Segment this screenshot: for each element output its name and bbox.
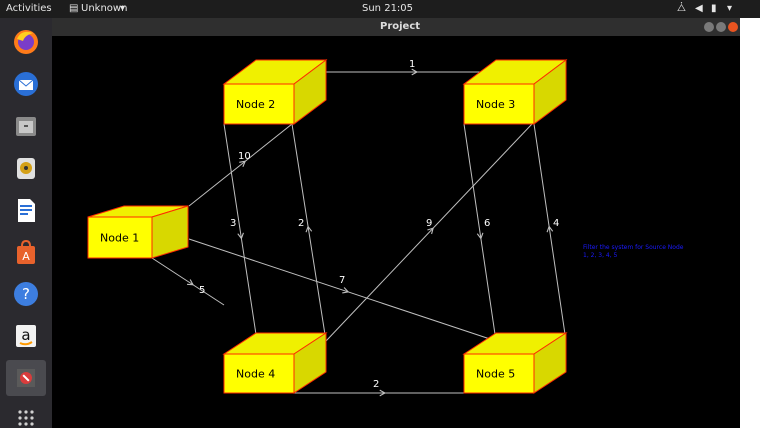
- graph-node-node4[interactable]: Node 4: [222, 332, 328, 394]
- edge-weight-label: 6: [484, 218, 490, 229]
- edge-weight-label: 2: [298, 218, 304, 229]
- graph-diagram: Node 1 Node 2 Node 3 Node 4 Node 5 1 10 3 2 9 6 4 7…: [87, 59, 684, 397]
- minimize-icon[interactable]: [704, 22, 714, 32]
- edge-weight-label: 9: [426, 218, 432, 229]
- edge-weight-label: 2: [373, 379, 379, 390]
- writer-launcher[interactable]: [6, 192, 46, 228]
- app-menu-icon[interactable]: ▤: [69, 3, 78, 14]
- desktop-edge: [740, 18, 760, 428]
- edge-line: [325, 123, 533, 342]
- svg-text:A: A: [22, 250, 30, 263]
- graph-node-node3[interactable]: Node 3: [462, 59, 568, 125]
- software-center-launcher[interactable]: A: [6, 234, 46, 270]
- thunderbird-icon: [14, 72, 38, 96]
- edge-line: [291, 123, 327, 342]
- node-label: Node 1: [100, 232, 139, 245]
- amazon-icon: a: [16, 325, 36, 347]
- node-label: Node 4: [236, 368, 275, 381]
- svg-text:?: ?: [22, 285, 30, 303]
- graph-node-node2[interactable]: Node 2: [222, 59, 328, 125]
- edge-weight-label: 7: [339, 275, 345, 286]
- writer-icon: [18, 199, 35, 222]
- info-line-2: 1, 2, 3, 4, 5: [583, 252, 618, 259]
- edge-line: [188, 123, 293, 207]
- volume-icon[interactable]: ◀: [695, 3, 703, 14]
- java-app-icon: [17, 369, 35, 387]
- top-bar: Activities ▤ Unknown ▾ Sun 21:05 ⧊ ◀ ▮ ▾: [0, 0, 760, 18]
- files-launcher[interactable]: [6, 108, 46, 144]
- help-launcher[interactable]: ?: [6, 276, 46, 312]
- graph-node-node1[interactable]: Node 1: [87, 205, 189, 259]
- info-line-1: Filter the system for Source Node: [583, 244, 684, 251]
- files-icon: [16, 117, 36, 136]
- edge-line: [533, 123, 567, 342]
- svg-text:a: a: [21, 326, 30, 344]
- help-icon: ?: [14, 282, 38, 306]
- rhythmbox-launcher[interactable]: [6, 150, 46, 186]
- edge-weight-label: 1: [409, 59, 415, 70]
- node-label: Node 5: [476, 368, 515, 381]
- edge-weight-label: 4: [553, 218, 559, 229]
- launcher-dock: A ? a: [0, 18, 52, 428]
- edge-line: [151, 257, 225, 306]
- activities-button[interactable]: Activities: [6, 3, 52, 14]
- window-title: Project: [380, 21, 421, 32]
- rhythmbox-icon: [17, 158, 35, 179]
- system-menu-caret-icon[interactable]: ▾: [727, 3, 732, 14]
- software-center-icon: A: [17, 239, 35, 264]
- node-label: Node 2: [236, 98, 275, 111]
- firefox-launcher[interactable]: [6, 24, 46, 60]
- edge-line: [463, 123, 497, 342]
- graph-node-node5[interactable]: Node 5: [462, 332, 568, 394]
- edge-line: [188, 238, 497, 342]
- maximize-icon[interactable]: [716, 22, 726, 32]
- amazon-launcher[interactable]: a: [6, 318, 46, 354]
- close-icon[interactable]: [728, 22, 738, 32]
- java-app-launcher[interactable]: [6, 360, 46, 396]
- window-titlebar: Project: [52, 18, 740, 36]
- firefox-icon: [14, 30, 38, 54]
- node-label: Node 3: [476, 98, 515, 111]
- thunderbird-launcher[interactable]: [6, 66, 46, 102]
- edge-arrow: [186, 279, 194, 286]
- graph-canvas: Node 1 Node 2 Node 3 Node 4 Node 5 1 10 3 2 9 6 4 7…: [52, 36, 740, 428]
- network-icon[interactable]: ⧊: [677, 3, 686, 14]
- battery-icon[interactable]: ▮: [711, 3, 717, 14]
- app-menu-caret-icon[interactable]: ▾: [120, 3, 125, 14]
- show-apps-button[interactable]: [6, 400, 46, 436]
- edge-weight-label: 10: [238, 151, 251, 162]
- clock[interactable]: Sun 21:05: [362, 3, 413, 14]
- edge-weight-label: 5: [199, 285, 205, 296]
- show-apps-icon: [18, 410, 34, 426]
- edge-weight-label: 3: [230, 218, 236, 229]
